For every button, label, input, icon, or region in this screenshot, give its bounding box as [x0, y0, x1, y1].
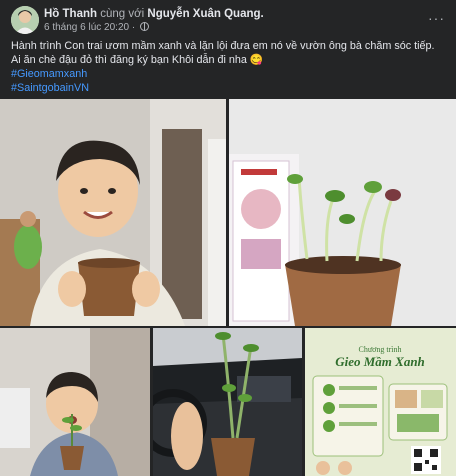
hashtag-link[interactable]: #Gieomamxanh: [11, 67, 451, 81]
with-text: cùng với: [100, 8, 145, 20]
facebook-post: Hồ Thanh cùng với Nguyễn Xuân Quang. 6 t…: [0, 0, 456, 476]
photo-gieo-mam-xanh-poster[interactable]: Chương trình Gieo Mầm Xanh: [305, 328, 456, 476]
poster-title: Gieo Mầm Xanh: [335, 354, 425, 369]
author-name[interactable]: Hồ Thanh: [44, 8, 97, 20]
hashtag-link[interactable]: #SaintgobainVN: [11, 81, 451, 95]
author-line: Hồ Thanh cùng với Nguyễn Xuân Quang.: [44, 8, 264, 20]
photo-plant-in-car[interactable]: [153, 328, 302, 476]
more-dots-icon[interactable]: ···: [428, 10, 445, 26]
photo-grid: Chương trình Gieo Mầm Xanh: [0, 99, 456, 476]
photo-boy-holding-pot[interactable]: [0, 99, 226, 326]
post-body-line: Ai ăn chè đậu đỏ thì đăng ký bạn Khôi dẫ…: [11, 54, 264, 66]
photo-boy-with-plant[interactable]: [0, 328, 150, 476]
poster-small-title: Chương trình: [358, 345, 401, 354]
timestamp[interactable]: 6 tháng 6 lúc 20:20: [44, 22, 129, 33]
post-header: Hồ Thanh cùng với Nguyễn Xuân Quang. 6 t…: [11, 6, 451, 34]
post-body: Hành trình Con trai ươm mầm xanh và lặn …: [11, 39, 451, 95]
avatar[interactable]: [11, 6, 39, 34]
globe-icon: [139, 22, 149, 31]
post-meta: 6 tháng 6 lúc 20:20 ·: [44, 22, 149, 33]
photo-seedlings-pot[interactable]: [229, 99, 456, 326]
post-body-line: Hành trình Con trai ươm mầm xanh và lặn …: [11, 40, 435, 52]
tagged-name[interactable]: Nguyễn Xuân Quang.: [147, 8, 263, 20]
